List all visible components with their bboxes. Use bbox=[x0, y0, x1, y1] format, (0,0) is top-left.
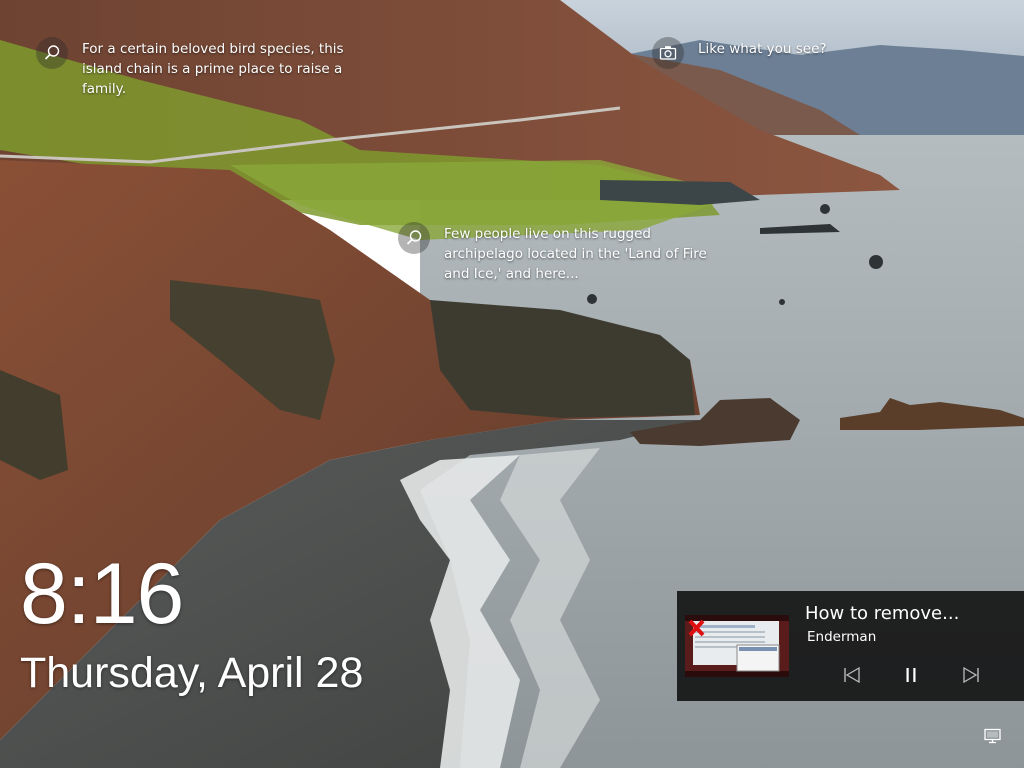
lock-screen[interactable]: For a certain beloved bird species, this… bbox=[0, 0, 1024, 768]
pause-icon bbox=[905, 667, 917, 683]
previous-track-icon bbox=[843, 667, 861, 683]
network-status-button[interactable] bbox=[983, 728, 1003, 746]
next-track-button[interactable] bbox=[958, 663, 984, 687]
media-controls: How to remove... Enderman bbox=[677, 591, 1024, 701]
spotlight-tip-like[interactable]: Like what you see? bbox=[652, 37, 912, 69]
clock: 8:16 Thursday, April 28 bbox=[20, 548, 363, 700]
camera-icon bbox=[652, 37, 684, 69]
next-track-icon bbox=[962, 667, 980, 683]
search-icon bbox=[36, 37, 68, 69]
media-artist: Enderman bbox=[807, 629, 877, 645]
spotlight-tip-3[interactable]: Few people live on this rugged archipela… bbox=[398, 222, 728, 284]
previous-track-button[interactable] bbox=[839, 663, 865, 687]
pause-button[interactable] bbox=[898, 663, 924, 687]
spotlight-tip-text: For a certain beloved bird species, this… bbox=[82, 41, 344, 97]
time-display: 8:16 bbox=[20, 546, 184, 642]
spotlight-tip-text: Few people live on this rugged archipela… bbox=[444, 226, 707, 282]
network-icon bbox=[983, 728, 1003, 746]
spotlight-tip-1[interactable]: For a certain beloved bird species, this… bbox=[36, 37, 366, 99]
spotlight-tip-text: Like what you see? bbox=[698, 41, 827, 57]
video-thumbnail bbox=[685, 615, 789, 677]
media-title: How to remove... bbox=[805, 603, 960, 624]
search-icon bbox=[398, 222, 430, 254]
date-display: Thursday, April 28 bbox=[20, 649, 364, 697]
